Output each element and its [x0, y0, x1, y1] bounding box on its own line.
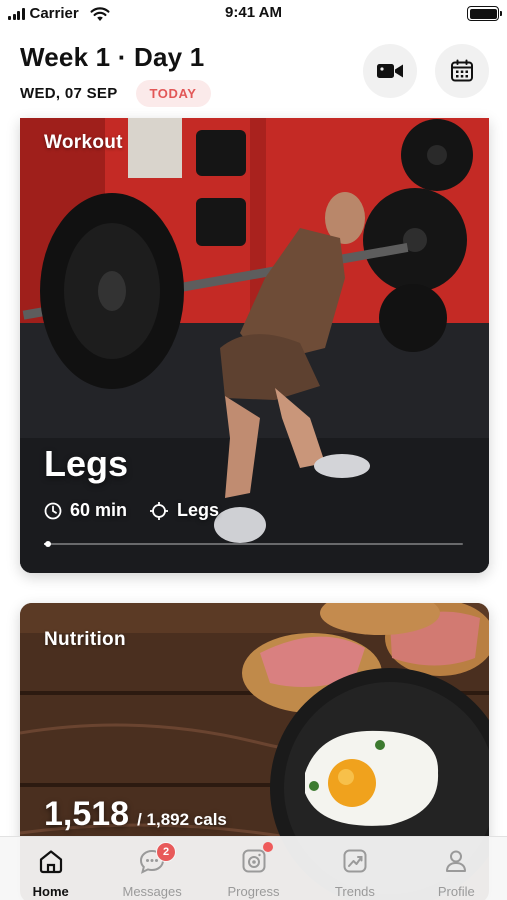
nutrition-label: Nutrition	[44, 629, 126, 650]
workout-label: Workout	[44, 132, 123, 153]
home-icon	[39, 850, 62, 874]
video-button[interactable]	[363, 44, 417, 98]
workout-meta: 60 min Legs	[44, 500, 219, 521]
trends-icon	[343, 849, 367, 873]
duration-item: 60 min	[44, 500, 127, 521]
messages-badge: 2	[156, 842, 177, 862]
tab-home-label: Home	[32, 884, 69, 899]
tab-progress-label: Progress	[227, 884, 280, 899]
progress-camera-icon	[242, 849, 266, 873]
tab-profile[interactable]: Profile	[406, 837, 507, 900]
tab-profile-label: Profile	[437, 884, 475, 899]
header: Week 1 · Day 1 WED, 07 SEP TODAY	[20, 36, 489, 112]
tab-messages-label: Messages	[122, 884, 182, 899]
status-bar: Carrier 9:41 AM	[0, 0, 507, 28]
calendar-icon	[451, 59, 473, 82]
workout-duration: 60 min	[70, 500, 128, 520]
profile-icon	[446, 850, 467, 872]
target-icon	[150, 501, 169, 520]
progress-notification-dot	[262, 842, 273, 852]
chat-icon-wrap: 2	[138, 842, 177, 875]
page-title: Week 1 · Day 1	[20, 42, 205, 72]
focus-item: Legs	[149, 500, 219, 521]
workout-card[interactable]: Workout Legs 60 min Legs	[20, 118, 489, 573]
workout-name: Legs	[44, 443, 129, 484]
date-row: WED, 07 SEP TODAY	[20, 80, 211, 107]
workout-progress-bar	[44, 541, 463, 547]
tab-bar: Home 2 Messages Progress Trends Profile	[0, 836, 507, 900]
calories-consumed: 1,518	[44, 795, 130, 833]
tab-messages[interactable]: 2 Messages	[101, 837, 202, 900]
tab-trends[interactable]: Trends	[304, 837, 405, 900]
status-time: 9:41 AM	[225, 4, 282, 21]
progress-icon-wrap	[240, 842, 273, 875]
battery-icon	[467, 6, 502, 21]
tab-trends-label: Trends	[334, 884, 375, 899]
today-button[interactable]: TODAY	[135, 80, 211, 107]
calories-target: / 1,892 cals	[137, 810, 227, 829]
current-date: WED, 07 SEP	[20, 85, 118, 102]
tab-progress[interactable]: Progress	[203, 837, 304, 900]
workout-focus: Legs	[177, 500, 220, 520]
tab-home[interactable]: Home	[0, 837, 101, 900]
calendar-button[interactable]	[435, 44, 489, 98]
clock-icon	[44, 502, 62, 519]
video-camera-icon	[377, 64, 403, 78]
calories-summary: 1,518 / 1,892 cals	[44, 795, 227, 834]
